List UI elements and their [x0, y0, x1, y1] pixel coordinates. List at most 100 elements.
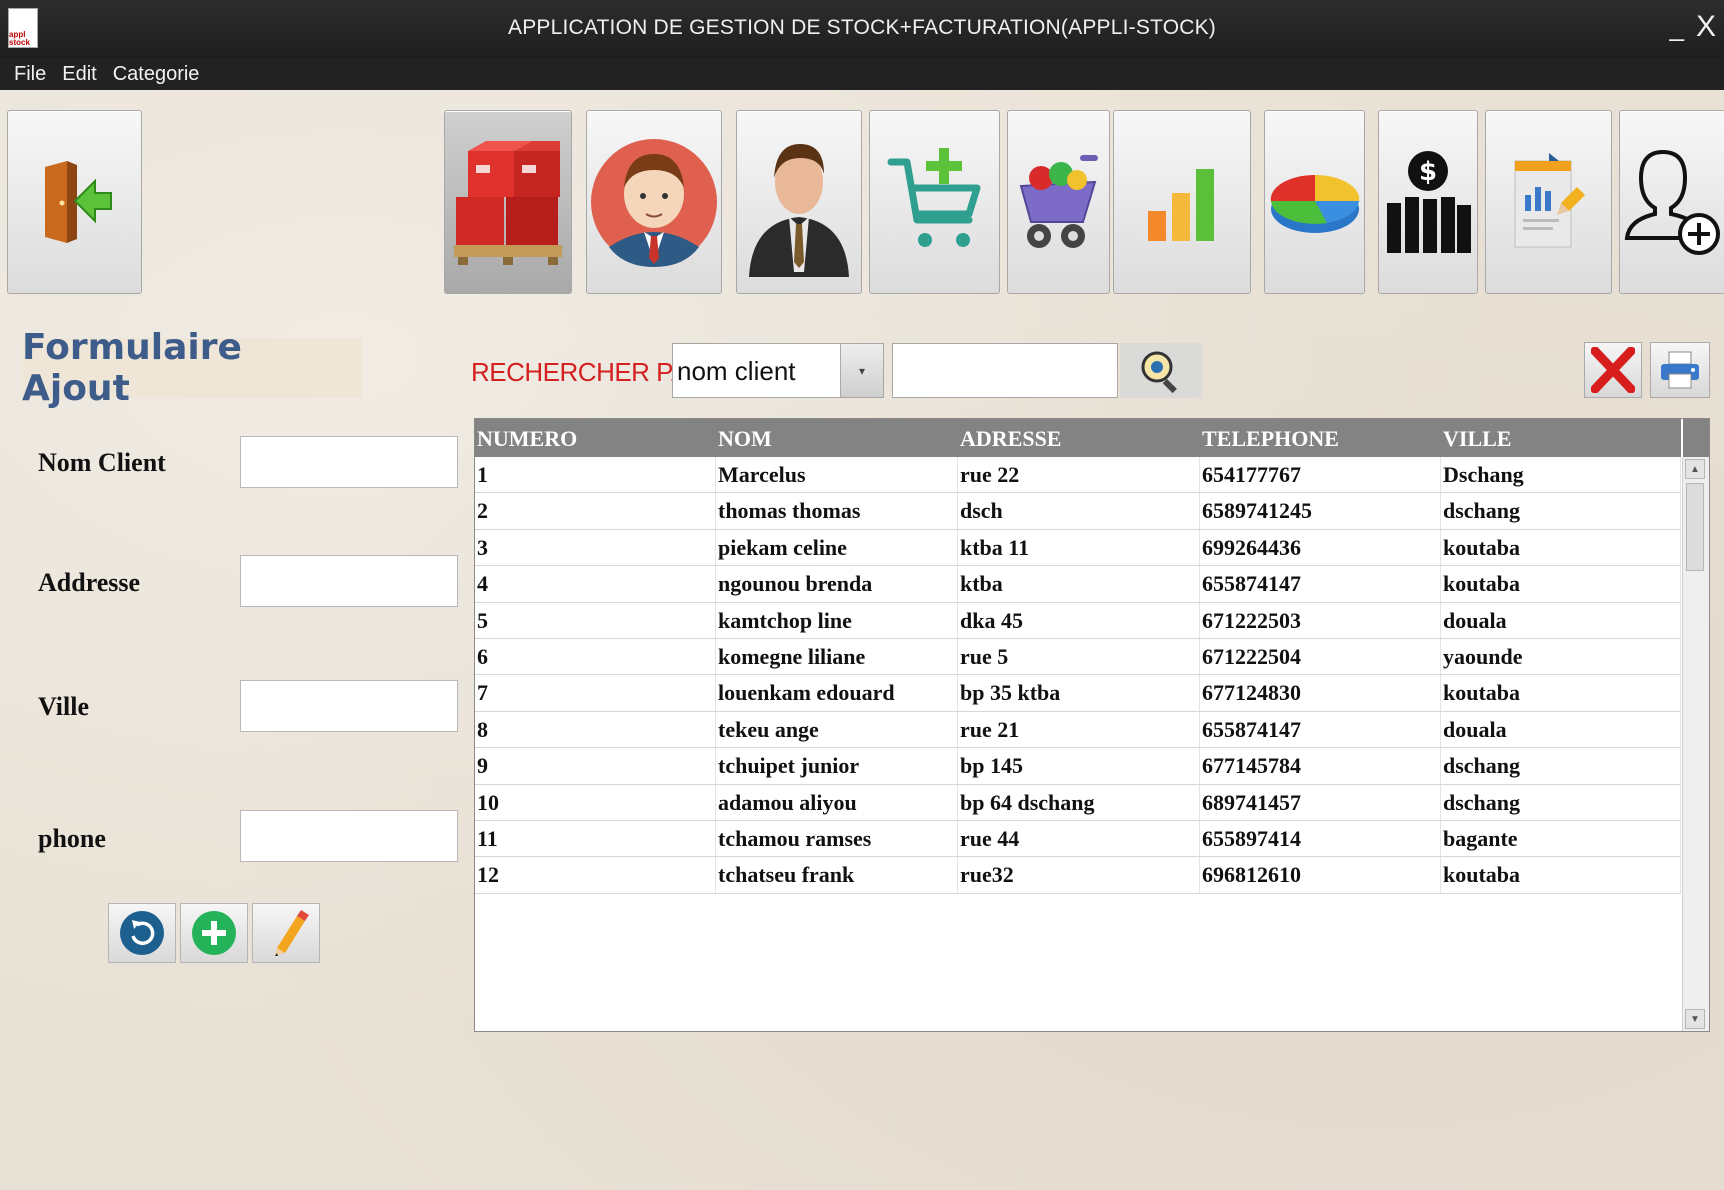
add-to-cart-icon [887, 148, 980, 247]
form-title: Formulaire Ajout [22, 327, 242, 409]
table-row[interactable]: 2 thomas thomas dsch 6589741245 dschang [475, 493, 1681, 530]
window-title: APPLICATION DE GESTION DE STOCK+FACTURAT… [507, 16, 1216, 39]
table-row[interactable]: 10 adamou aliyou bp 64 dschang 689741457 dsc… [475, 784, 1681, 821]
table-cell-nom: tchuipet junior [716, 748, 958, 784]
scrollbar-thumb[interactable] [1686, 483, 1704, 571]
finance-dollar-icon: $ [1387, 151, 1471, 253]
column-header-nom[interactable]: NOM [716, 419, 958, 457]
cart-button[interactable] [1007, 110, 1110, 294]
logout-button[interactable] [7, 110, 142, 294]
table-cell-adresse: rue32 [958, 857, 1200, 893]
table-cell-numero: 5 [475, 602, 716, 638]
table-row[interactable]: 5 kamtchop line dka 45 671222503 douala [475, 602, 1681, 639]
finance-button[interactable]: $ [1378, 110, 1478, 294]
table-cell-telephone: 689741457 [1200, 784, 1441, 820]
menu-file[interactable]: File [14, 63, 46, 86]
vertical-scrollbar[interactable]: ▲ ▼ [1682, 457, 1709, 1031]
column-header-telephone[interactable]: TELEPHONE [1200, 419, 1441, 457]
column-header-numero[interactable]: NUMERO [475, 419, 716, 457]
table-cell-ville: dschang [1441, 748, 1681, 784]
table-cell-telephone: 677145784 [1200, 748, 1441, 784]
table-cell-numero: 3 [475, 529, 716, 566]
refresh-icon [120, 911, 164, 955]
nom-client-input[interactable] [240, 436, 458, 488]
table-cell-telephone: 654177767 [1200, 457, 1441, 493]
table-row[interactable]: 6 komegne liliane rue 5 671222504 yaounde [475, 638, 1681, 676]
table-cell-numero: 10 [475, 784, 716, 820]
refresh-button[interactable] [108, 903, 176, 963]
addresse-input[interactable] [240, 555, 458, 607]
search-criteria-select[interactable]: nom client ▾ [672, 343, 884, 398]
suppliers-button[interactable] [736, 110, 862, 294]
menu-edit[interactable]: Edit [62, 63, 96, 86]
table-row[interactable]: 7 louenkam edouard bp 35 ktba 677124830 kout… [475, 675, 1681, 712]
table-cell-nom: kamtchop line [716, 602, 958, 638]
table-cell-nom: ngounou brenda [716, 566, 958, 602]
table-cell-numero: 1 [475, 457, 716, 493]
minimize-button[interactable]: _ [1670, 12, 1684, 43]
edit-button[interactable] [252, 903, 320, 963]
client-avatar-icon [591, 139, 717, 267]
table-cell-adresse: ktba 11 [958, 529, 1200, 566]
clients-table[interactable]: NUMERO NOM ADRESSE TELEPHONE VILLE 1 Marc… [474, 418, 1710, 1032]
table-cell-telephone: 655874147 [1200, 711, 1441, 748]
reports-button[interactable] [1485, 110, 1612, 294]
chevron-down-icon[interactable]: ▾ [840, 344, 883, 397]
table-cell-ville: koutaba [1441, 675, 1681, 711]
table-cell-numero: 12 [475, 857, 716, 893]
table-cell-nom: komegne liliane [716, 638, 958, 675]
table-cell-numero: 11 [475, 820, 716, 857]
print-button[interactable] [1650, 342, 1710, 398]
table-cell-adresse: rue 5 [958, 638, 1200, 675]
addresse-label: Addresse [38, 568, 141, 597]
scroll-down-icon[interactable]: ▼ [1685, 1009, 1705, 1029]
search-input[interactable] [892, 343, 1118, 398]
add-to-cart-button[interactable] [869, 110, 1000, 294]
table-cell-ville: dschang [1441, 784, 1681, 820]
search-criteria-value: nom client [677, 356, 796, 386]
logout-door-icon [44, 161, 112, 243]
bar-chart-icon [1148, 169, 1214, 241]
add-user-button[interactable] [1619, 110, 1724, 294]
stats-pie-button[interactable] [1264, 110, 1365, 294]
table-cell-adresse: bp 64 dschang [958, 784, 1200, 820]
add-button[interactable] [180, 903, 248, 963]
scroll-up-icon[interactable]: ▲ [1685, 459, 1705, 479]
clients-button[interactable] [586, 110, 722, 294]
table-cell-ville: douala [1441, 602, 1681, 638]
table-cell-nom: tchatseu frank [716, 857, 958, 893]
table-row[interactable]: 12 tchatseu frank rue32 696812610 koutaba [475, 857, 1681, 894]
app-window: appl stock APPLICATION DE GESTION DE STO… [0, 0, 1724, 1190]
phone-input[interactable] [240, 810, 458, 862]
table-cell-telephone: 677124830 [1200, 675, 1441, 711]
phone-label: phone [38, 824, 106, 853]
table-cell-adresse: rue 21 [958, 711, 1200, 748]
title-bar: appl stock APPLICATION DE GESTION DE STO… [0, 0, 1724, 58]
table-row[interactable]: 8 tekeu ange rue 21 655874147 douala [475, 711, 1681, 749]
table-cell-adresse: bp 35 ktba [958, 675, 1200, 711]
column-header-adresse[interactable]: ADRESSE [958, 419, 1200, 457]
table-row[interactable]: 11 tchamou ramses rue 44 655897414 bagante [475, 820, 1681, 858]
table-row[interactable]: 9 tchuipet junior bp 145 677145784 dschang [475, 748, 1681, 785]
table-row[interactable]: 1 Marcelus rue 22 654177767 Dschang [475, 457, 1681, 494]
table-row[interactable]: 4 ngounou brenda ktba 655874147 koutaba [475, 566, 1681, 603]
nom-client-label: Nom Client [38, 448, 166, 477]
add-circle-icon [192, 911, 236, 955]
table-body: 1 Marcelus rue 22 654177767 Dschang 2 thomas t… [475, 457, 1681, 894]
ville-input[interactable] [240, 680, 458, 732]
stats-bar-button[interactable] [1113, 110, 1251, 294]
report-edit-icon [1514, 153, 1585, 248]
table-cell-numero: 9 [475, 748, 716, 784]
table-cell-numero: 7 [475, 675, 716, 711]
column-header-ville[interactable]: VILLE [1441, 419, 1681, 457]
close-button[interactable]: X [1696, 10, 1716, 44]
stock-button[interactable] [444, 110, 572, 294]
search-button[interactable] [1120, 343, 1202, 398]
menu-categorie[interactable]: Categorie [113, 63, 200, 86]
table-cell-telephone: 655874147 [1200, 566, 1441, 602]
table-row[interactable]: 3 piekam celine ktba 11 699264436 koutaba [475, 529, 1681, 567]
table-cell-numero: 2 [475, 493, 716, 529]
delete-button[interactable] [1584, 342, 1642, 398]
table-cell-adresse: rue 22 [958, 457, 1200, 493]
supplier-businessman-icon [749, 144, 849, 277]
